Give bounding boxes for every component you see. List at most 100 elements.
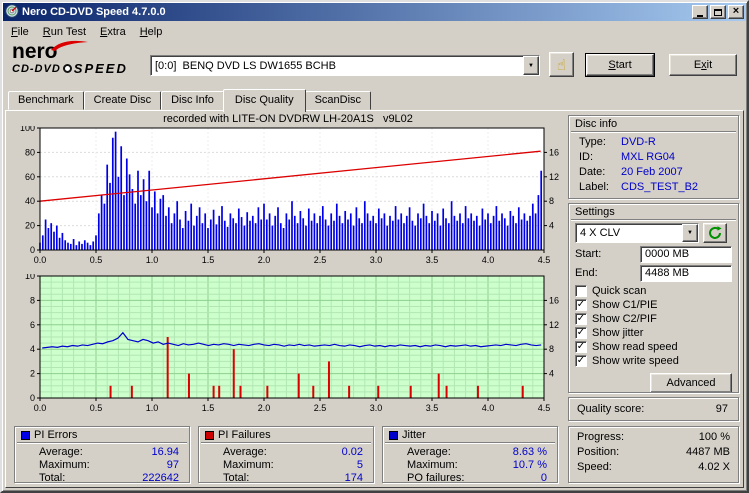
tab-benchmark[interactable]: Benchmark xyxy=(8,91,84,110)
checkbox-show-read-speed[interactable]: ✓ Show read speed xyxy=(575,340,732,354)
svg-text:0: 0 xyxy=(30,245,35,255)
stat-row: PO failures: 0 xyxy=(407,472,547,483)
checkbox-show-c2-pif[interactable]: ✓ Show C2/PIF xyxy=(575,312,732,326)
window-title: Nero CD-DVD Speed 4.7.0.0 xyxy=(22,6,166,18)
disc-info-panel: Disc info Type: DVD-R ID: MXL RG04 Date: 20… xyxy=(568,115,739,199)
maximize-icon xyxy=(714,8,722,16)
close-icon: × xyxy=(732,5,740,17)
maximize-button[interactable] xyxy=(710,5,726,19)
speed-dropdown-button[interactable]: ▼ xyxy=(682,224,698,242)
svg-text:12: 12 xyxy=(549,172,559,182)
separator xyxy=(17,442,187,444)
progress-row: Progress: 100 % xyxy=(577,431,730,443)
menu-extra[interactable]: Extra xyxy=(93,24,133,40)
svg-text:4.5: 4.5 xyxy=(538,255,551,265)
minimize-button[interactable] xyxy=(692,5,708,19)
menu-run-test[interactable]: Run Test xyxy=(36,24,93,40)
close-button[interactable]: × xyxy=(728,5,744,19)
settings-title: Settings xyxy=(575,206,615,218)
disc-info-row: Type: DVD-R xyxy=(579,136,656,148)
pi-errors-stats-panel: PI Errors Average: 16.94 Maximum: 97 Total… xyxy=(14,426,190,483)
stat-row: Total: 174 xyxy=(223,472,363,483)
svg-text:4.5: 4.5 xyxy=(538,403,551,413)
pi-errors-title: PI Errors xyxy=(34,429,78,441)
separator xyxy=(201,442,371,444)
svg-text:4.0: 4.0 xyxy=(482,403,495,413)
app-window: Nero CD-DVD Speed 4.7.0.0 × File Run Tes… xyxy=(0,0,749,493)
pi-failures-legend-icon xyxy=(205,430,214,440)
menu-help[interactable]: Help xyxy=(133,24,170,40)
svg-text:0.0: 0.0 xyxy=(34,403,47,413)
tab-disc-info[interactable]: Disc Info xyxy=(161,91,224,110)
app-icon xyxy=(5,3,19,21)
stat-row: Maximum: 5 xyxy=(223,459,363,471)
jitter-title: Jitter xyxy=(402,429,426,441)
svg-text:0: 0 xyxy=(30,393,35,403)
tab-create-disc[interactable]: Create Disc xyxy=(83,91,162,110)
titlebar[interactable]: Nero CD-DVD Speed 4.7.0.0 × xyxy=(3,3,746,21)
svg-text:16: 16 xyxy=(549,295,559,305)
svg-text:20: 20 xyxy=(25,221,35,231)
start-field[interactable]: 0000 MB xyxy=(640,246,732,263)
end-field[interactable]: 4488 MB xyxy=(640,265,732,282)
settings-panel: Settings 4 X CLV ▼ Start: 0000 MB End: 4… xyxy=(568,203,739,393)
chevron-down-icon: ▼ xyxy=(687,230,693,236)
nero-logo: nero CD-DVD SPEED xyxy=(12,40,152,82)
menubar: File Run Test Extra Help xyxy=(4,23,745,41)
svg-text:100: 100 xyxy=(20,126,35,133)
svg-text:60: 60 xyxy=(25,172,35,182)
svg-text:8: 8 xyxy=(30,295,35,305)
svg-text:3.0: 3.0 xyxy=(370,255,383,265)
svg-text:2.0: 2.0 xyxy=(258,403,271,413)
start-row: Start: 0000 MB xyxy=(575,246,732,263)
stat-row: Average: 16.94 xyxy=(39,446,179,458)
jitter-stats-panel: Jitter Average: 8.63 % Maximum: 10.7 % PO … xyxy=(382,426,558,483)
quality-score-panel: Quality score: 97 xyxy=(568,397,739,421)
checkbox-icon: ✓ xyxy=(575,299,587,311)
drive-dropdown-button[interactable]: ▼ xyxy=(523,56,539,75)
svg-text:1.0: 1.0 xyxy=(146,403,159,413)
svg-text:0.0: 0.0 xyxy=(34,255,47,265)
start-button[interactable]: Start xyxy=(586,54,654,76)
svg-text:12: 12 xyxy=(549,320,559,330)
quality-score-label: Quality score: xyxy=(577,403,645,415)
disc-info-row: ID: MXL RG04 xyxy=(579,151,676,163)
drive-select-value: [0:0] BENQ DVD LS DW1655 BCHB xyxy=(155,59,336,72)
svg-text:16: 16 xyxy=(549,147,559,157)
svg-text:8: 8 xyxy=(549,196,554,206)
separator xyxy=(571,219,736,221)
nero-flame-icon xyxy=(51,40,88,51)
checkbox-show-c1-pie[interactable]: ✓ Show C1/PIE xyxy=(575,298,732,312)
pi-errors-legend-icon xyxy=(21,430,30,440)
end-label: End: xyxy=(575,267,598,279)
svg-text:2.0: 2.0 xyxy=(258,255,271,265)
disc-info-hand-button[interactable]: ☝ xyxy=(549,52,574,77)
svg-text:3.5: 3.5 xyxy=(426,255,439,265)
advanced-button[interactable]: Advanced xyxy=(650,373,732,392)
drive-select[interactable]: [0:0] BENQ DVD LS DW1655 BCHB ▼ xyxy=(150,55,540,76)
speed-row: Speed: 4.02 X xyxy=(577,461,730,473)
disc-info-title: Disc info xyxy=(575,118,618,130)
hand-icon: ☝ xyxy=(556,56,567,74)
disc-info-row: Date: 20 Feb 2007 xyxy=(579,166,683,178)
svg-text:8: 8 xyxy=(549,344,554,354)
checkbox-icon xyxy=(575,285,587,297)
svg-text:40: 40 xyxy=(25,196,35,206)
refresh-button[interactable] xyxy=(703,223,727,243)
checkbox-quick-scan[interactable]: Quick scan xyxy=(575,284,732,298)
menu-file[interactable]: File xyxy=(4,24,36,40)
tab-disc-quality[interactable]: Disc Quality xyxy=(222,89,306,112)
exit-button[interactable]: Exit xyxy=(669,54,737,76)
pi-failures-title: PI Failures xyxy=(218,429,271,441)
svg-text:4.0: 4.0 xyxy=(482,255,495,265)
svg-text:1.0: 1.0 xyxy=(146,255,159,265)
scan-speed-select[interactable]: 4 X CLV ▼ xyxy=(575,223,699,243)
minimize-icon xyxy=(697,14,703,17)
stat-row: Average: 0.02 xyxy=(223,446,363,458)
checkbox-show-jitter[interactable]: ✓ Show jitter xyxy=(575,326,732,340)
svg-text:1.5: 1.5 xyxy=(202,255,215,265)
tab-scandisc[interactable]: ScanDisc xyxy=(304,91,372,110)
separator xyxy=(385,442,555,444)
chevron-down-icon: ▼ xyxy=(528,62,534,69)
checkbox-show-write-speed[interactable]: ✓ Show write speed xyxy=(575,354,732,368)
